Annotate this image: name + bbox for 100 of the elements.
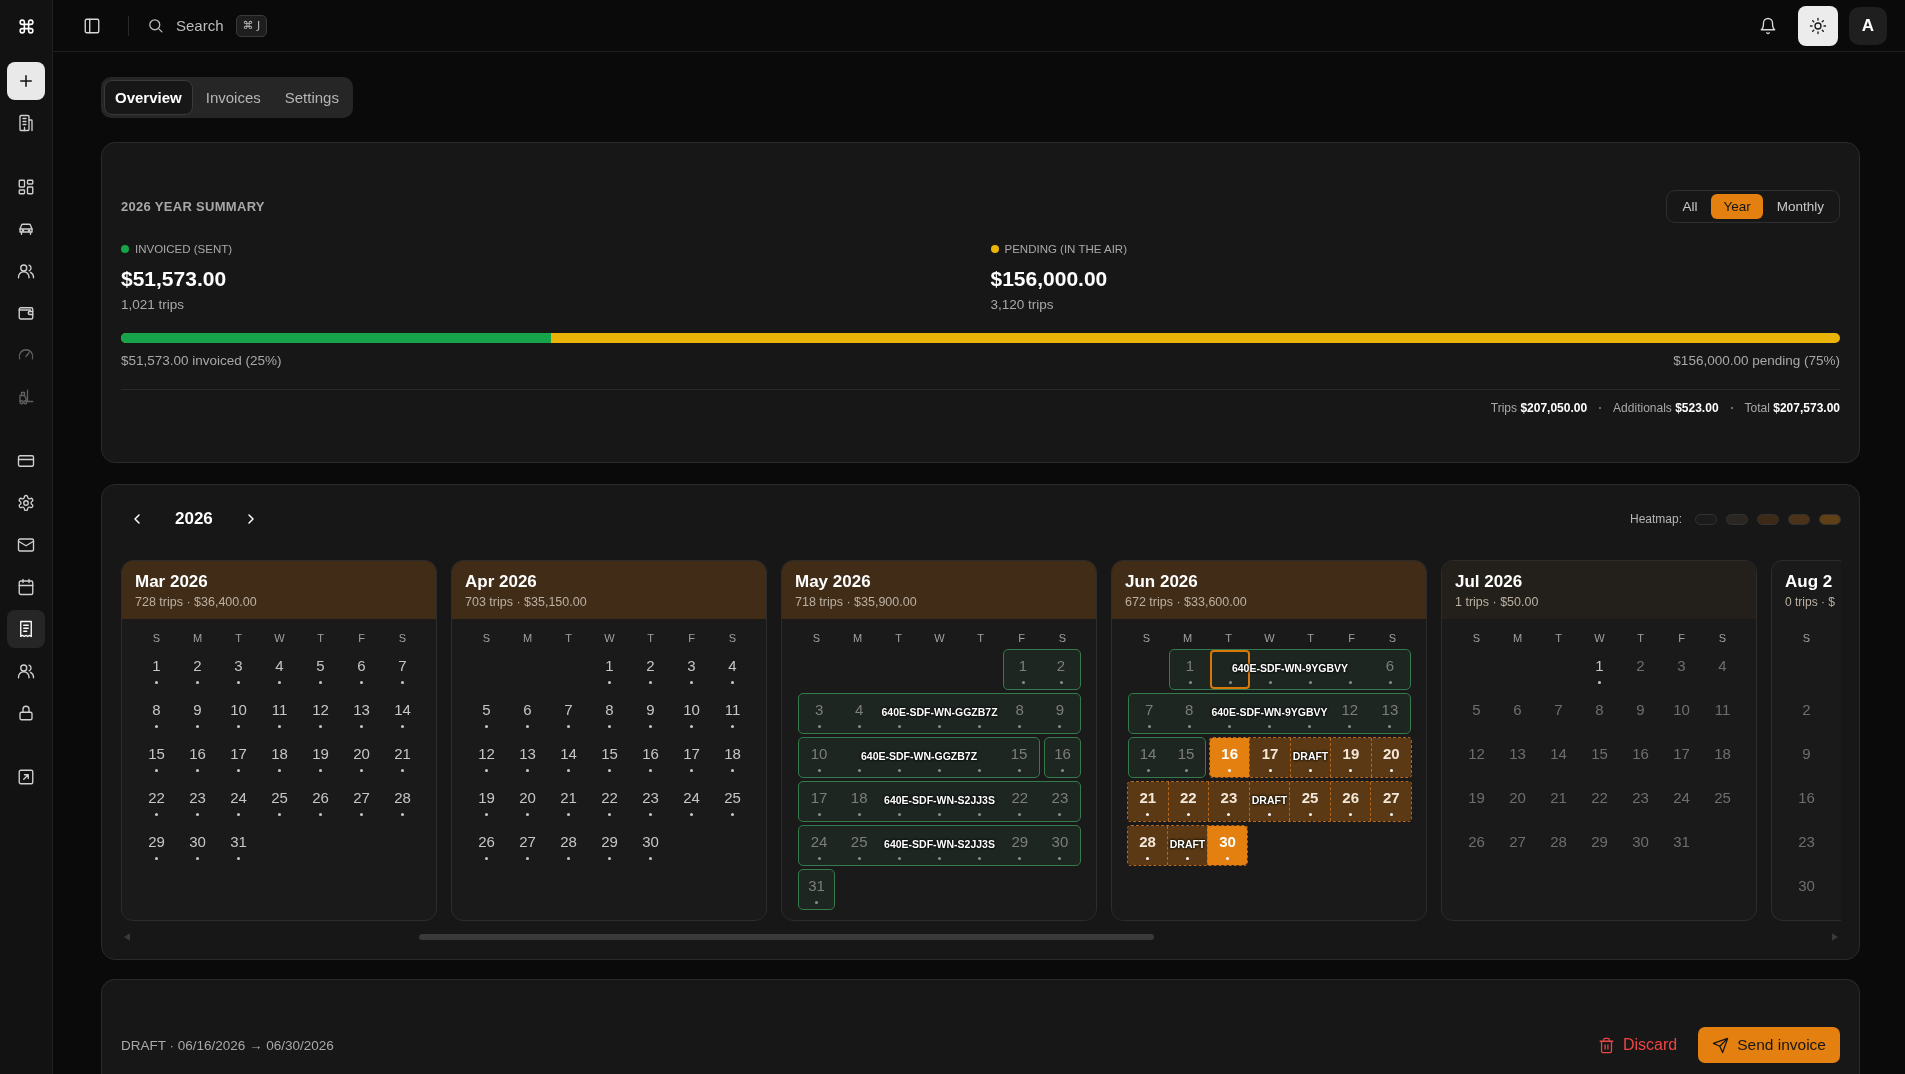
day-cell[interactable]: 7 [382,649,423,690]
day-cell[interactable]: 30 [630,825,671,866]
day-cell[interactable]: 4 [839,694,880,733]
day-cell[interactable]: 8 [999,694,1040,733]
day-cell[interactable]: 31 [218,825,259,866]
day-cell[interactable]: 26 [300,781,341,822]
theme-toggle-button[interactable] [1798,5,1838,46]
day-cell[interactable]: 28 [382,781,423,822]
day-cell[interactable]: 1 [1004,650,1042,689]
day-cell[interactable]: 23 [1039,782,1080,821]
day-cell[interactable]: 6 [341,649,382,690]
tab[interactable]: Settings [273,80,350,115]
day-cell[interactable]: 19 [1330,738,1371,777]
day-cell[interactable]: 4 [712,649,753,690]
day-cell[interactable]: 17 [218,737,259,778]
sidebar-item[interactable] [7,610,45,648]
day-cell[interactable]: 2 [630,649,671,690]
day-cell[interactable]: 21 [382,737,423,778]
day-cell[interactable]: 12 [1329,694,1370,733]
day-cell[interactable]: 27 [341,781,382,822]
day-cell[interactable]: 17 [799,782,840,821]
day-cell[interactable]: 28 [1128,826,1167,865]
day-cell[interactable]: 30 [1039,826,1080,865]
day-cell[interactable]: 3 [799,694,840,733]
day-cell[interactable]: 29 [136,825,177,866]
day-cell[interactable]: 23 [630,781,671,822]
day-cell[interactable]: 6 [507,693,548,734]
day-cell[interactable] [1248,782,1290,821]
day-cell[interactable]: 27 [507,825,548,866]
day-cell[interactable] [1289,738,1331,777]
range-option[interactable]: Year [1711,193,1763,219]
day-cell[interactable]: 28 [548,825,589,866]
day-cell[interactable]: 13 [341,693,382,734]
day-cell[interactable]: 26 [1329,782,1371,821]
day-cell[interactable]: 15 [136,737,177,778]
day-cell[interactable]: 14 [382,693,423,734]
day-cell[interactable]: 8 [589,693,630,734]
day-cell[interactable]: 21 [1128,782,1168,821]
day-cell[interactable]: 21 [548,781,589,822]
day-cell[interactable] [1167,826,1207,865]
day-cell[interactable]: 1 [1579,649,1620,690]
day-cell[interactable]: 16 [1045,738,1080,777]
new-button[interactable] [7,62,45,100]
day-cell[interactable]: 14 [1129,738,1167,777]
day-cell[interactable]: 4 [259,649,300,690]
day-cell[interactable]: 31 [799,870,834,909]
day-cell[interactable]: 20 [1370,738,1411,777]
day-cell[interactable]: 22 [999,782,1040,821]
day-cell[interactable]: 9 [1039,694,1080,733]
day-cell[interactable]: 27 [1370,782,1411,821]
day-cell[interactable]: 2 [177,649,218,690]
day-cell[interactable]: 2 [1042,650,1080,689]
day-cell[interactable]: 13 [1369,694,1410,733]
day-cell[interactable]: 1 [136,649,177,690]
day-cell[interactable]: 9 [630,693,671,734]
day-cell[interactable]: 29 [589,825,630,866]
day-cell[interactable]: 13 [507,737,548,778]
tab[interactable]: Invoices [194,80,272,115]
day-cell[interactable]: 18 [712,737,753,778]
day-cell[interactable]: 22 [136,781,177,822]
day-cell[interactable]: 19 [466,781,507,822]
day-cell[interactable]: 15 [589,737,630,778]
day-cell[interactable]: 7 [548,693,589,734]
day-cell[interactable]: 22 [1167,782,1209,821]
day-cell[interactable]: 15 [999,738,1039,777]
day-cell[interactable]: 19 [300,737,341,778]
search-button[interactable]: Search [147,10,224,41]
day-cell[interactable]: 6 [1370,650,1410,689]
day-cell[interactable]: 12 [466,737,507,778]
day-cell[interactable]: 11 [259,693,300,734]
day-cell[interactable]: 25 [712,781,753,822]
panel-left-icon[interactable] [83,16,101,35]
day-cell[interactable]: 18 [839,782,880,821]
day-cell[interactable]: 14 [548,737,589,778]
day-cell[interactable]: 16 [630,737,671,778]
send-invoice-button[interactable]: Send invoice [1698,1027,1840,1063]
day-cell[interactable]: 5 [300,649,341,690]
day-cell[interactable]: 10 [671,693,712,734]
day-cell[interactable]: 12 [300,693,341,734]
day-cell[interactable]: 7 [1129,694,1170,733]
day-cell[interactable]: 10 [799,738,839,777]
range-option[interactable]: Monthly [1764,193,1836,219]
day-cell[interactable]: 23 [1208,782,1249,821]
day-cell[interactable]: 20 [341,737,382,778]
scrollbar-thumb[interactable] [419,934,1154,940]
day-cell[interactable]: 18 [259,737,300,778]
day-cell[interactable]: 3 [671,649,712,690]
day-cell[interactable]: 23 [177,781,218,822]
range-option[interactable]: All [1670,193,1710,219]
day-cell[interactable]: 1 [589,649,630,690]
day-cell[interactable]: 29 [999,826,1040,865]
day-cell[interactable]: 20 [507,781,548,822]
day-cell[interactable]: 15 [1167,738,1205,777]
tab[interactable]: Overview [104,80,193,115]
day-cell[interactable]: 24 [671,781,712,822]
day-cell[interactable]: 22 [589,781,630,822]
bell-icon[interactable] [1759,16,1777,35]
day-cell[interactable]: 25 [839,826,880,865]
day-cell[interactable]: 25 [1289,782,1330,821]
day-cell[interactable]: 26 [466,825,507,866]
